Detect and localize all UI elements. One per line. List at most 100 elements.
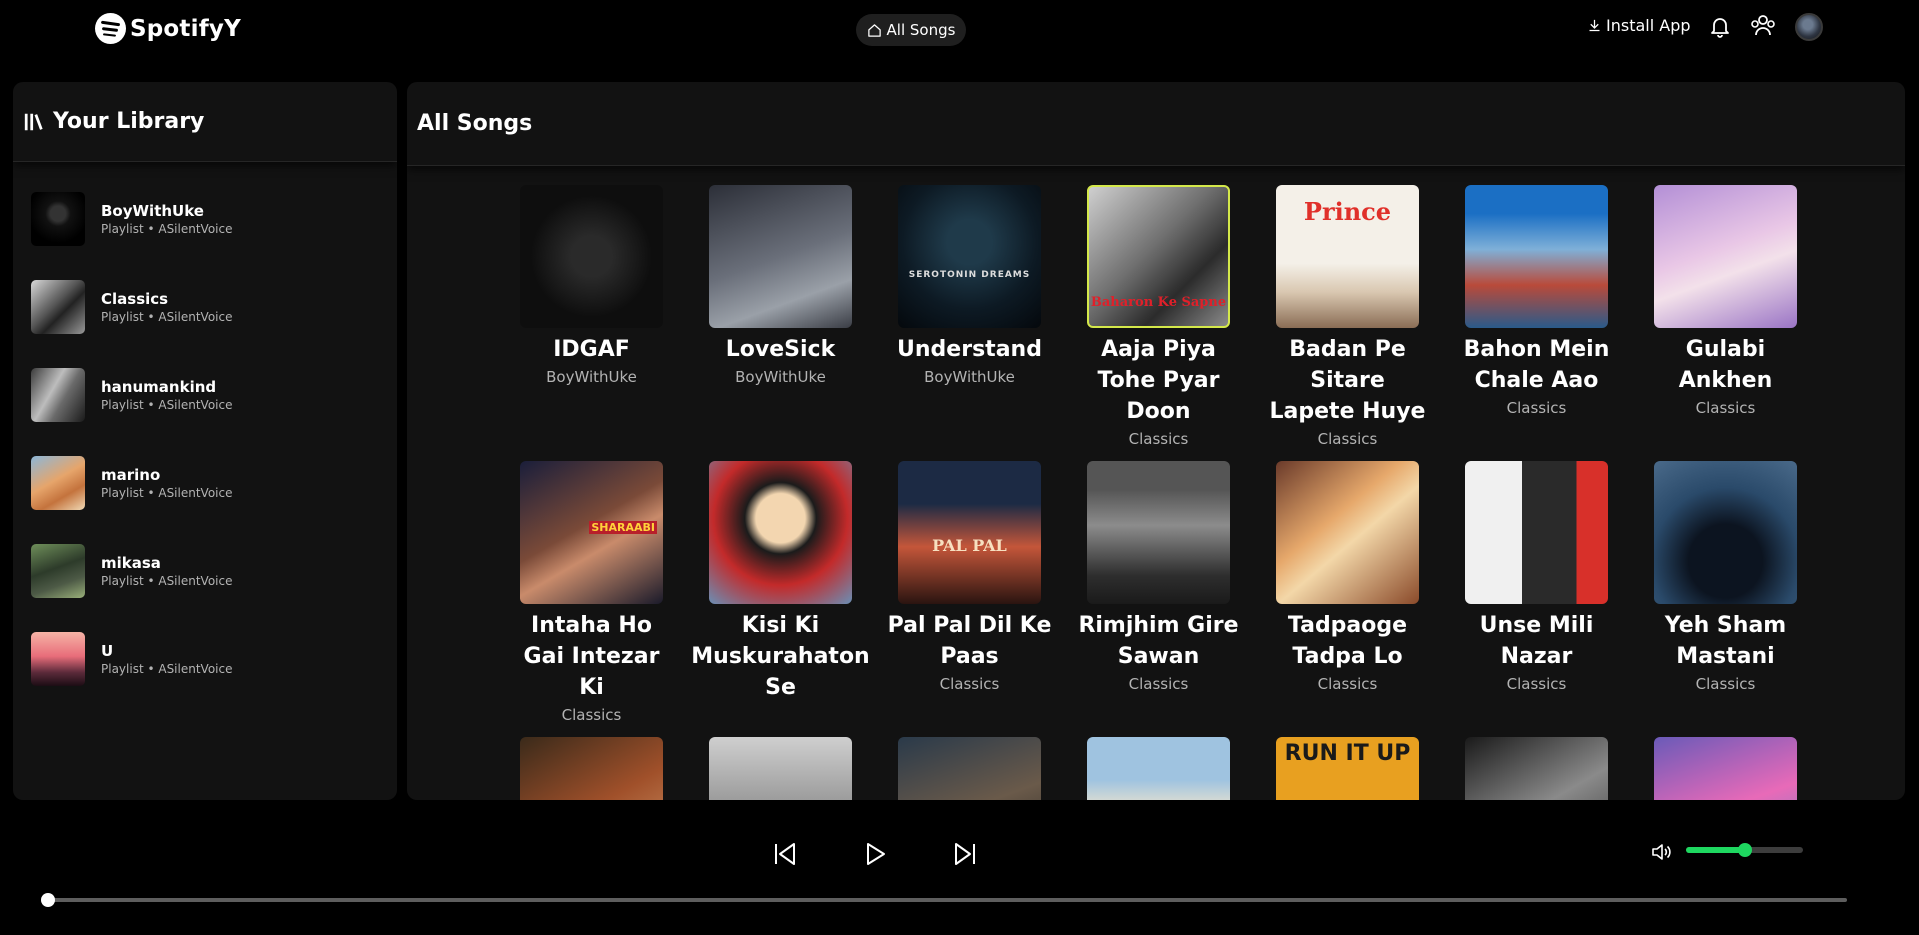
song-cover: SHARAABI: [520, 461, 663, 604]
song-artist: Classics: [561, 706, 622, 724]
song-card[interactable]: [1643, 737, 1808, 800]
song-artist: Classics: [1506, 675, 1567, 693]
song-card[interactable]: Prince Badan Pe Sitare Lapete Huye Class…: [1265, 185, 1430, 449]
progress-handle[interactable]: [41, 893, 55, 907]
song-title: Understand: [897, 337, 1042, 362]
song-card[interactable]: LoveSick BoyWithUke: [698, 185, 863, 449]
song-cover: Prince: [1276, 185, 1419, 328]
cover-text: SEROTONIN DREAMS: [908, 270, 1031, 280]
song-card[interactable]: IDGAF BoyWithUke: [509, 185, 674, 449]
song-artist: Classics: [1128, 430, 1189, 448]
song-title: Tadpaoge Tadpa Lo: [1287, 613, 1408, 669]
bell-icon[interactable]: [1708, 13, 1732, 39]
song-card[interactable]: Unse Mili Nazar Classics: [1454, 461, 1619, 725]
song-cover: [1465, 461, 1608, 604]
song-cover: [1654, 185, 1797, 328]
song-title: Pal Pal Dil Ke Paas: [887, 613, 1052, 669]
song-cover: [709, 737, 852, 800]
main-header: All Songs: [407, 82, 1905, 166]
song-card[interactable]: SHARAABI Intaha Ho Gai Intezar Ki Classi…: [509, 461, 674, 725]
song-cover: [1654, 461, 1797, 604]
song-title: Kisi Ki Muskurahaton Se: [691, 613, 870, 700]
song-cover: [520, 185, 663, 328]
player-bar: [0, 810, 1919, 935]
playlist-name: Classics: [101, 290, 169, 308]
library-icon: [24, 113, 43, 130]
playlist-cover: [31, 192, 85, 246]
playlist-item[interactable]: mikasa Playlist • ASilentVoice: [13, 527, 397, 615]
page-title: All Songs: [417, 111, 533, 136]
song-artist: Classics: [1317, 430, 1378, 448]
song-cover: [709, 185, 852, 328]
song-artist: BoyWithUke: [924, 368, 1015, 386]
song-title: Aaja Piya Tohe Pyar Doon: [1097, 337, 1220, 424]
volume-slider[interactable]: [1686, 843, 1803, 857]
library-header: Your Library: [13, 82, 397, 162]
playlist-name: hanumankind: [101, 378, 217, 396]
playlist-cover: [31, 368, 85, 422]
song-title: Intaha Ho Gai Intezar Ki: [523, 613, 660, 700]
song-card[interactable]: [1454, 737, 1619, 800]
song-cover: [1087, 461, 1230, 604]
song-title: Rimjhim Gire Sawan: [1078, 613, 1239, 669]
song-cover: [1654, 737, 1797, 800]
song-title: Gulabi Ankhen: [1678, 337, 1773, 393]
volume-icon[interactable]: [1650, 840, 1674, 864]
song-cover: PAL PAL: [898, 461, 1041, 604]
user-avatar[interactable]: [1795, 13, 1823, 41]
main-panel: All Songs IDGAF BoyWithUke LoveSick BoyW…: [407, 82, 1905, 800]
playlist-item[interactable]: U Playlist • ASilentVoice: [13, 615, 397, 703]
playlist-cover: [31, 280, 85, 334]
progress-bar[interactable]: [41, 893, 1847, 907]
song-card[interactable]: Yeh Sham Mastani Classics: [1643, 461, 1808, 725]
song-cover: Baharon Ke Sapne: [1087, 185, 1230, 328]
app-logo[interactable]: SpotifyY: [95, 13, 241, 44]
song-card[interactable]: [887, 737, 1052, 800]
song-artist: Classics: [1317, 675, 1378, 693]
friends-icon[interactable]: [1750, 13, 1776, 39]
song-card[interactable]: SEROTONIN DREAMS Understand BoyWithUke: [887, 185, 1052, 449]
tab-all-songs[interactable]: All Songs: [856, 14, 966, 46]
song-title: Bahon Mein Chale Aao: [1463, 337, 1610, 393]
tab-all-songs-label: All Songs: [886, 21, 956, 39]
song-card[interactable]: [1076, 737, 1241, 800]
playlist-meta: Playlist • ASilentVoice: [101, 310, 233, 324]
playlist-name: mikasa: [101, 554, 161, 572]
volume-handle[interactable]: [1737, 843, 1752, 857]
install-app-label: Install App: [1606, 16, 1691, 35]
download-icon: [1589, 19, 1600, 32]
song-card[interactable]: PAL PAL Pal Pal Dil Ke Paas Classics: [887, 461, 1052, 725]
spotify-logo-icon: [95, 13, 126, 44]
song-card[interactable]: Gulabi Ankhen Classics: [1643, 185, 1808, 449]
song-cover: [1465, 737, 1608, 800]
song-card[interactable]: [509, 737, 674, 800]
play-icon[interactable]: [861, 840, 889, 868]
playlist-item[interactable]: Classics Playlist • ASilentVoice: [13, 263, 397, 351]
song-card[interactable]: [698, 737, 863, 800]
song-card[interactable]: Rimjhim Gire Sawan Classics: [1076, 461, 1241, 725]
song-cover: [1276, 461, 1419, 604]
song-card[interactable]: Kisi Ki Muskurahaton Se: [691, 461, 870, 725]
song-card[interactable]: Tadpaoge Tadpa Lo Classics: [1265, 461, 1430, 725]
playlist-name: marino: [101, 466, 161, 484]
playlist-meta: Playlist • ASilentVoice: [101, 398, 233, 412]
cover-text: SHARAABI: [589, 521, 657, 534]
song-card[interactable]: Bahon Mein Chale Aao Classics: [1454, 185, 1619, 449]
song-cover: [709, 461, 852, 604]
song-card[interactable]: Baharon Ke Sapne Aaja Piya Tohe Pyar Doo…: [1076, 185, 1241, 449]
song-cover: [1465, 185, 1608, 328]
previous-icon[interactable]: [771, 840, 799, 868]
playlist-item[interactable]: BoyWithUke Playlist • ASilentVoice: [13, 175, 397, 263]
song-artist: Classics: [1506, 399, 1567, 417]
next-icon[interactable]: [951, 840, 979, 868]
playlist-name: U: [101, 642, 114, 660]
home-icon: [867, 23, 881, 37]
playlist-cover: [31, 632, 85, 686]
song-card[interactable]: RUN IT UP: [1265, 737, 1430, 800]
playlist-item[interactable]: marino Playlist • ASilentVoice: [13, 439, 397, 527]
install-app-button[interactable]: Install App: [1587, 16, 1691, 35]
cover-text: PAL PAL: [932, 536, 1007, 555]
top-bar: SpotifyY All Songs Install App: [0, 0, 1919, 62]
playlist-item[interactable]: hanumankind Playlist • ASilentVoice: [13, 351, 397, 439]
volume-level: [1686, 847, 1745, 853]
